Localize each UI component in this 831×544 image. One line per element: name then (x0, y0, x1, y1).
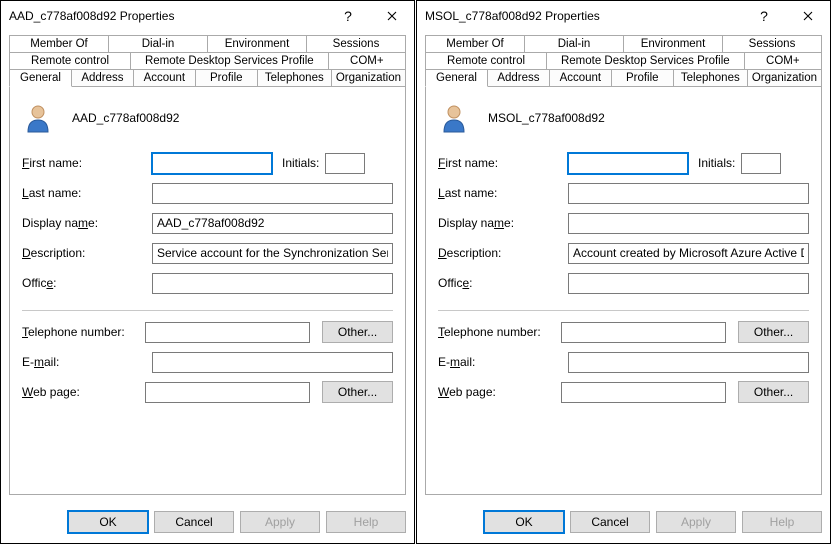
separator (22, 310, 393, 311)
label-last-name: Last name: (22, 186, 152, 200)
label-first-name: First name: (438, 156, 568, 170)
tab-environment[interactable]: Environment (624, 35, 723, 53)
label-display-name: Display name: (22, 216, 152, 230)
titlebar: MSOL_c778af008d92 Properties ? (417, 1, 830, 31)
label-email: E-mail: (22, 355, 152, 369)
web-page-other-button[interactable]: Other... (738, 381, 809, 403)
display-name-input[interactable] (152, 213, 393, 234)
dialog-body: Member Of Dial-in Environment Sessions R… (1, 31, 414, 503)
description-input[interactable] (568, 243, 809, 264)
titlebar: AAD_c778af008d92 Properties ? (1, 1, 414, 31)
tab-organization[interactable]: Organization (748, 70, 822, 87)
tab-com-plus[interactable]: COM+ (329, 53, 406, 70)
tab-dial-in[interactable]: Dial-in (109, 35, 208, 53)
tab-pane-general: MSOL_c778af008d92 First name: Initials: … (425, 86, 822, 495)
close-icon[interactable] (370, 1, 414, 31)
label-initials: Initials: (698, 156, 735, 170)
tab-rds-profile[interactable]: Remote Desktop Services Profile (547, 53, 745, 70)
label-telephone: Telephone number: (22, 325, 145, 339)
tab-account[interactable]: Account (550, 70, 612, 87)
apply-button[interactable]: Apply (656, 511, 736, 533)
telephone-input[interactable] (561, 322, 726, 343)
initials-input[interactable] (741, 153, 781, 174)
tab-com-plus[interactable]: COM+ (745, 53, 822, 70)
label-description: Description: (438, 246, 568, 260)
window-title: MSOL_c778af008d92 Properties (425, 9, 742, 23)
label-telephone: Telephone number: (438, 325, 561, 339)
label-email: E-mail: (438, 355, 568, 369)
tab-pane-general: AAD_c778af008d92 First name: Initials: L… (9, 86, 406, 495)
telephone-other-button[interactable]: Other... (738, 321, 809, 343)
last-name-input[interactable] (568, 183, 809, 204)
ok-button[interactable]: OK (484, 511, 564, 533)
ok-button[interactable]: OK (68, 511, 148, 533)
telephone-input[interactable] (145, 322, 310, 343)
tab-address[interactable]: Address (488, 70, 550, 87)
help-button[interactable]: Help (326, 511, 406, 533)
cancel-button[interactable]: Cancel (154, 511, 234, 533)
tab-rds-profile[interactable]: Remote Desktop Services Profile (131, 53, 329, 70)
label-office: Office: (438, 276, 568, 290)
tab-general[interactable]: General (9, 70, 72, 87)
help-icon[interactable]: ? (742, 1, 786, 31)
tab-sessions[interactable]: Sessions (723, 35, 822, 53)
tab-address[interactable]: Address (72, 70, 134, 87)
display-name-input[interactable] (568, 213, 809, 234)
tab-environment[interactable]: Environment (208, 35, 307, 53)
user-icon (438, 102, 470, 134)
cancel-button[interactable]: Cancel (570, 511, 650, 533)
last-name-input[interactable] (152, 183, 393, 204)
tab-organization[interactable]: Organization (332, 70, 406, 87)
user-icon (22, 102, 54, 134)
office-input[interactable] (568, 273, 809, 294)
window-title: AAD_c778af008d92 Properties (9, 9, 326, 23)
initials-input[interactable] (325, 153, 365, 174)
label-last-name: Last name: (438, 186, 568, 200)
help-button[interactable]: Help (742, 511, 822, 533)
office-input[interactable] (152, 273, 393, 294)
apply-button[interactable]: Apply (240, 511, 320, 533)
label-office: Office: (22, 276, 152, 290)
label-web-page: Web page: (22, 385, 145, 399)
dialog-buttons: OK Cancel Apply Help (417, 503, 830, 543)
tab-telephones[interactable]: Telephones (258, 70, 332, 87)
web-page-input[interactable] (561, 382, 726, 403)
help-icon[interactable]: ? (326, 1, 370, 31)
dialog-body: Member Of Dial-in Environment Sessions R… (417, 31, 830, 503)
tab-account[interactable]: Account (134, 70, 196, 87)
tab-member-of[interactable]: Member Of (9, 35, 109, 53)
close-icon[interactable] (786, 1, 830, 31)
tab-member-of[interactable]: Member Of (425, 35, 525, 53)
email-input[interactable] (568, 352, 809, 373)
label-first-name: First name: (22, 156, 152, 170)
label-web-page: Web page: (438, 385, 561, 399)
email-input[interactable] (152, 352, 393, 373)
tab-general[interactable]: General (425, 70, 488, 87)
tab-remote-control[interactable]: Remote control (9, 53, 131, 70)
properties-dialog-right: MSOL_c778af008d92 Properties ? Member Of… (416, 0, 831, 544)
label-initials: Initials: (282, 156, 319, 170)
web-page-other-button[interactable]: Other... (322, 381, 393, 403)
tab-telephones[interactable]: Telephones (674, 70, 748, 87)
tab-container: Member Of Dial-in Environment Sessions R… (9, 35, 406, 87)
telephone-other-button[interactable]: Other... (322, 321, 393, 343)
properties-dialog-left: AAD_c778af008d92 Properties ? Member Of … (0, 0, 415, 544)
tab-remote-control[interactable]: Remote control (425, 53, 547, 70)
tab-container: Member Of Dial-in Environment Sessions R… (425, 35, 822, 87)
tab-dial-in[interactable]: Dial-in (525, 35, 624, 53)
label-description: Description: (22, 246, 152, 260)
tab-sessions[interactable]: Sessions (307, 35, 406, 53)
tab-profile[interactable]: Profile (612, 70, 674, 87)
first-name-input[interactable] (152, 153, 272, 174)
account-name: AAD_c778af008d92 (72, 111, 179, 125)
tab-profile[interactable]: Profile (196, 70, 258, 87)
label-display-name: Display name: (438, 216, 568, 230)
dialog-buttons: OK Cancel Apply Help (1, 503, 414, 543)
first-name-input[interactable] (568, 153, 688, 174)
description-input[interactable] (152, 243, 393, 264)
account-name: MSOL_c778af008d92 (488, 111, 605, 125)
web-page-input[interactable] (145, 382, 310, 403)
separator (438, 310, 809, 311)
